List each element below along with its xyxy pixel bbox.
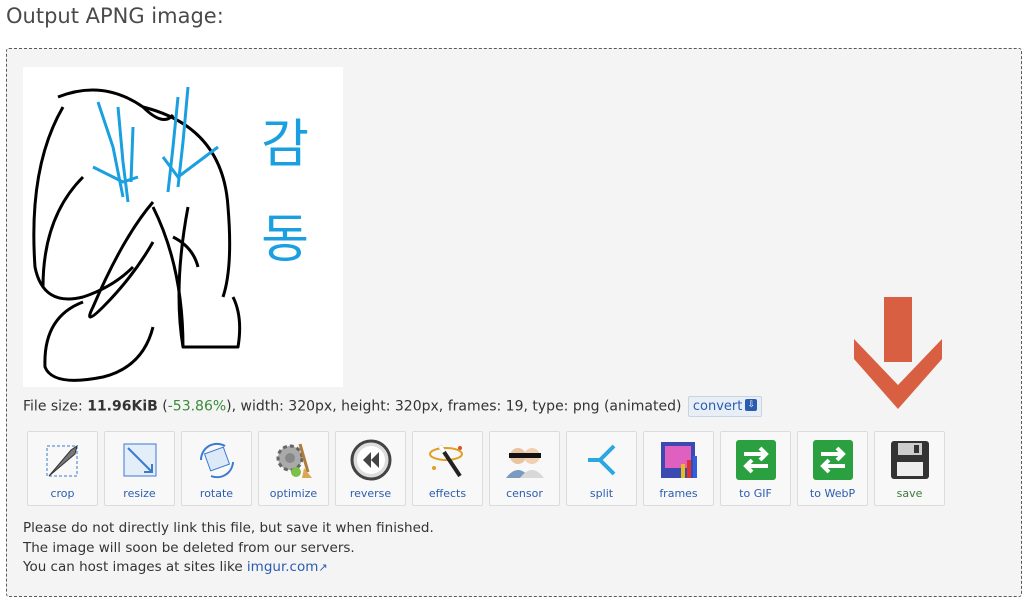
down-arrow-icon [854, 297, 942, 409]
tool-label: rotate [199, 487, 234, 500]
download-icon: ⇩ [745, 399, 758, 411]
tool-reverse[interactable]: reverse [335, 431, 406, 506]
tool-label: censor [506, 487, 543, 500]
convert-button[interactable]: convert ⇩ [687, 396, 763, 417]
pct-close: ), [226, 398, 241, 415]
rotate-icon [199, 442, 234, 479]
tool-to-gif[interactable]: to GIF [720, 431, 791, 506]
tool-effects[interactable]: effects [412, 431, 483, 506]
tool-save[interactable]: save [874, 431, 945, 506]
size-change-percent: -53.86% [167, 398, 227, 415]
optimize-icon [276, 443, 312, 478]
censor-icon [505, 448, 544, 478]
tool-censor[interactable]: censor [489, 431, 560, 506]
note-line-1: Please do not directly link this file, b… [23, 520, 434, 536]
tool-label: resize [123, 487, 156, 500]
split-icon [587, 444, 615, 476]
external-link-icon: ↗ [318, 561, 328, 574]
height-info: height: 320px, [341, 398, 448, 415]
convert-label: convert [692, 399, 743, 414]
image-char-2: 동 [261, 210, 309, 270]
tool-frames[interactable]: frames [643, 431, 714, 506]
file-size-value: 11.96KiB [87, 398, 158, 415]
tool-label: optimize [269, 487, 318, 500]
resize-icon [123, 443, 156, 477]
image-char-1: 감 [261, 115, 309, 175]
tool-label: effects [428, 487, 467, 500]
tool-label: crop [50, 487, 75, 500]
save-icon [890, 441, 929, 479]
tool-label: save [896, 487, 923, 500]
imgur-link[interactable]: imgur.com [247, 559, 318, 575]
tool-label: reverse [349, 487, 392, 500]
note-line-3: You can host images at sites like imgur.… [23, 558, 434, 578]
reverse-icon [350, 439, 391, 481]
to-gif-icon [735, 440, 776, 480]
frames-info: frames: 19, [447, 398, 533, 415]
drawing-image: 감 동 [32, 86, 309, 382]
tool-resize[interactable]: resize [104, 431, 175, 506]
crop-icon [46, 444, 78, 477]
tool-label: frames [659, 487, 698, 500]
note-line-3-prefix: You can host images at sites like [23, 559, 247, 575]
tool-label: to WebP [809, 487, 856, 500]
tool-split[interactable]: split [566, 431, 637, 506]
to-webp-icon [812, 440, 853, 480]
page-title: Output APNG image: [6, 4, 224, 28]
frames-icon [660, 442, 697, 478]
pct-open: ( [157, 398, 168, 415]
tool-optimize[interactable]: optimize [258, 431, 329, 506]
file-info: File size: 11.96KiB (-53.86%), width: 32… [23, 396, 763, 417]
effects-icon [428, 444, 463, 478]
output-image: 감 동 [23, 67, 343, 387]
width-info: width: 320px, [240, 398, 342, 415]
tool-rotate[interactable]: rotate [181, 431, 252, 506]
type-info: type: png (animated) [532, 398, 682, 415]
tool-label: split [589, 487, 614, 500]
tool-crop[interactable]: crop [27, 431, 98, 506]
file-size-label: File size: [23, 398, 88, 415]
tool-to-webp[interactable]: to WebP [797, 431, 868, 506]
notes: Please do not directly link this file, b… [23, 519, 434, 578]
tool-label: to GIF [739, 487, 772, 500]
note-line-2: The image will soon be deleted from our … [23, 539, 355, 556]
